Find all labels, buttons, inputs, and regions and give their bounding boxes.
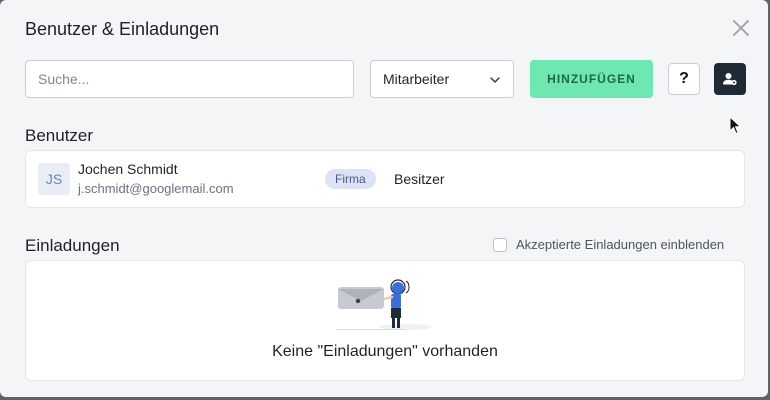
user-settings-icon: [723, 73, 737, 86]
user-settings-button[interactable]: [714, 63, 746, 95]
invites-heading: Einladungen: [25, 236, 120, 255]
role-select-value: Mitarbeiter: [383, 71, 450, 87]
user-row: JS Jochen Schmidt j.schmidt@googlemail.c…: [25, 150, 745, 208]
close-icon[interactable]: [731, 18, 751, 38]
user-name: Jochen Schmidt: [78, 161, 178, 177]
help-button[interactable]: ?: [668, 63, 700, 95]
company-badge: Firma: [325, 169, 376, 189]
dialog-title: Benutzer & Einladungen: [25, 19, 220, 39]
users-invites-dialog: Benutzer & Einladungen Mitarbeiter HINZU…: [0, 0, 768, 397]
show-accepted-toggle[interactable]: Akzeptierte Einladungen einblenden: [493, 237, 724, 252]
empty-state-text: Keine "Einladungen" vorhanden: [272, 343, 498, 360]
search-input[interactable]: [25, 60, 354, 98]
show-accepted-checkbox[interactable]: [493, 237, 507, 252]
avatar: JS: [38, 163, 70, 195]
mouse-cursor-icon: [729, 116, 742, 135]
user-email: j.schmidt@googlemail.com: [78, 181, 234, 196]
show-accepted-label: Akzeptierte Einladungen einblenden: [516, 237, 725, 252]
users-heading: Benutzer: [25, 126, 94, 145]
user-role: Besitzer: [394, 171, 445, 187]
add-button[interactable]: HINZUFÜGEN: [530, 60, 653, 98]
empty-invites-illustration: [336, 279, 432, 330]
role-select[interactable]: Mitarbeiter: [370, 60, 514, 98]
chevron-down-icon: [490, 77, 500, 83]
invites-card: Keine "Einladungen" vorhanden: [25, 260, 745, 381]
